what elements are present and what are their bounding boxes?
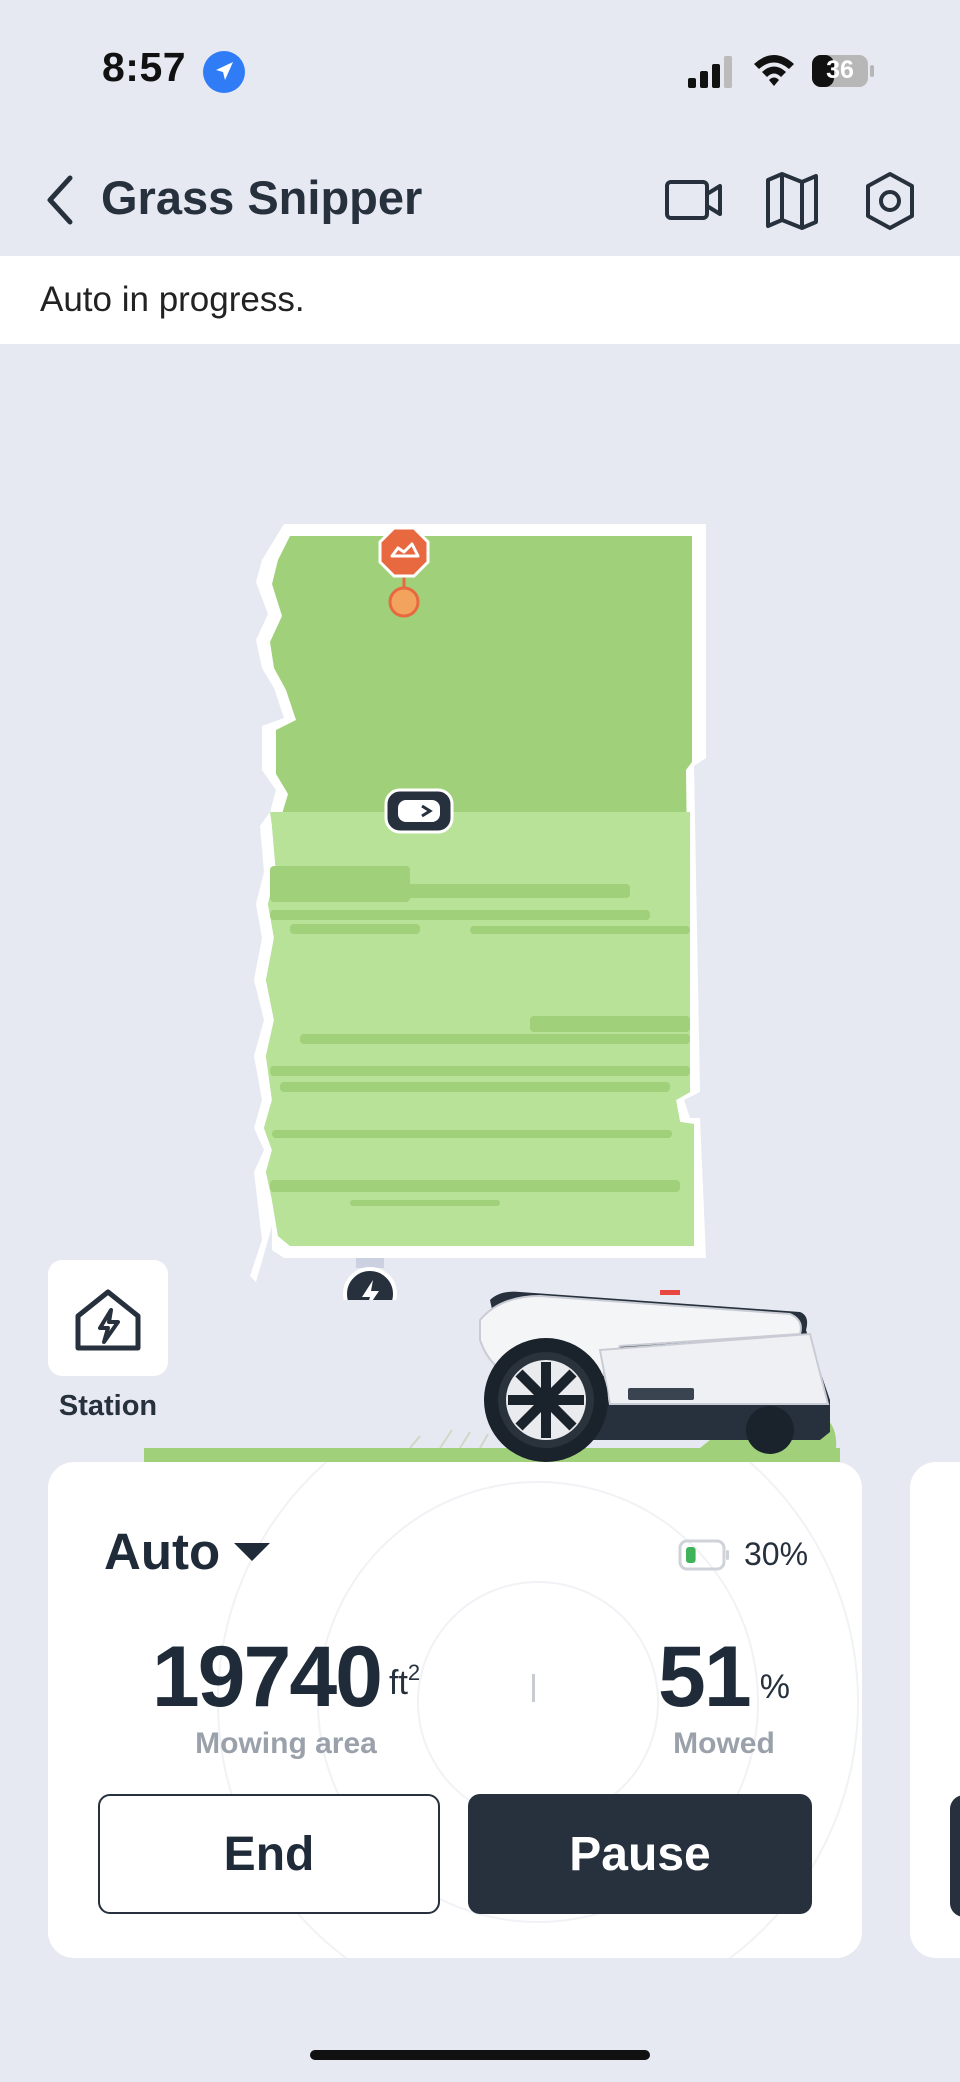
lawn-map[interactable] <box>0 500 960 1300</box>
mode-label: Auto <box>104 1523 221 1580</box>
hexagon-gear-icon[interactable] <box>862 170 918 232</box>
area-label: Mowing area <box>195 1727 377 1760</box>
stat-divider <box>532 1674 535 1702</box>
status-message: Auto in progress. <box>40 280 305 319</box>
map-icon[interactable] <box>764 170 820 232</box>
mower-robot-icon[interactable] <box>384 788 454 834</box>
battery-level-text: 36 <box>826 56 854 84</box>
next-card-button[interactable] <box>950 1795 960 1917</box>
status-banner: Auto in progress. <box>0 256 960 344</box>
battery-percent: 30% <box>744 1536 809 1572</box>
video-camera-icon[interactable] <box>664 174 724 226</box>
mower-robot-illustration <box>144 1290 840 1462</box>
caret-down-icon <box>234 1542 271 1561</box>
mowed-value: 51 <box>658 1629 752 1725</box>
battery-indicator: 30% <box>678 1536 808 1573</box>
status-time: 8:57 <box>102 44 187 90</box>
end-button[interactable]: End <box>98 1794 440 1914</box>
mowed-unit: % <box>759 1668 790 1706</box>
mode-selector[interactable]: Auto <box>104 1522 271 1581</box>
control-card: Auto 30% 19740 ft2 Mowing area 51 % Mowe… <box>48 1462 862 1958</box>
mowed-label: Mowed <box>673 1727 775 1760</box>
mowing-area-stat: 19740 ft2 Mowing area <box>126 1628 446 1761</box>
back-button[interactable] <box>40 172 80 228</box>
home-indicator[interactable] <box>310 2050 650 2060</box>
area-value: 19740 <box>151 1629 383 1725</box>
page-title: Grass Snipper <box>101 171 423 224</box>
battery-icon <box>678 1539 729 1570</box>
wifi-icon <box>754 55 794 86</box>
pause-button[interactable]: Pause <box>468 1794 812 1914</box>
area-unit: ft2 <box>389 1660 421 1702</box>
location-arrow-icon <box>203 51 245 93</box>
mowed-stat: 51 % Mowed <box>594 1628 854 1761</box>
battery-status: 36 <box>812 54 876 88</box>
cellular-signal-icon <box>688 56 732 88</box>
